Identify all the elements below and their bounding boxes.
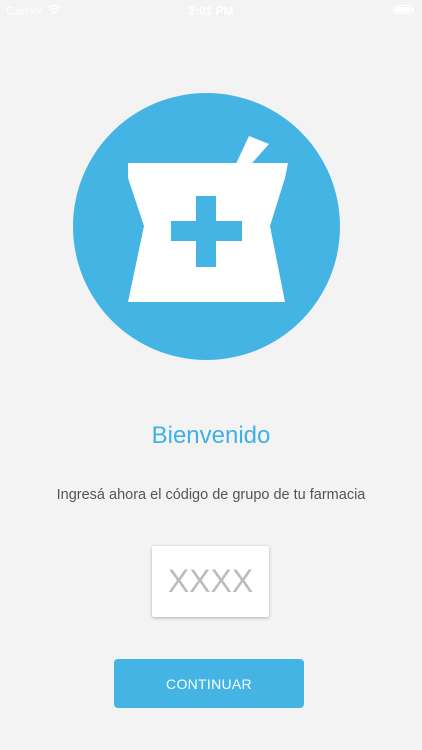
group-code-input[interactable] — [152, 546, 269, 617]
welcome-subtitle: Ingresá ahora el código de grupo de tu f… — [56, 487, 366, 503]
welcome-title: Bienvenido — [151, 422, 271, 449]
battery-icon — [393, 5, 414, 14]
pharmacy-logo — [73, 93, 340, 360]
status-bar: Carrier 3:01 PM — [0, 0, 422, 22]
battery-level — [395, 7, 410, 12]
status-time: 3:01 PM — [188, 4, 234, 18]
group-code-box — [152, 546, 269, 617]
continue-button[interactable]: CONTINUAR — [114, 659, 304, 708]
cross-horizontal — [171, 221, 242, 241]
pharmacy-mortar-cross-icon — [128, 136, 288, 302]
